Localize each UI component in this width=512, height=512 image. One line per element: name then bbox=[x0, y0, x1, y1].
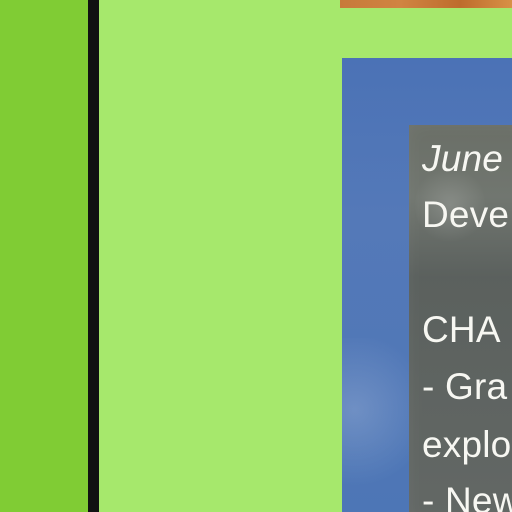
overlay-changes-heading: CHA bbox=[422, 309, 501, 350]
left-sidebar bbox=[0, 0, 88, 512]
overlay-developer-line: Deve bbox=[422, 194, 510, 235]
overlay-bullet-2: - New bbox=[422, 480, 512, 512]
post-image-card[interactable]: June Deve CHA - Gra explo - New bbox=[342, 58, 512, 512]
app-canvas: June Deve CHA - Gra explo - New bbox=[0, 0, 512, 512]
overlay-bullet-1: - Gra bbox=[422, 366, 508, 407]
overlay-date: June bbox=[422, 138, 504, 179]
top-thumbnail-strip[interactable] bbox=[340, 0, 512, 8]
overlay-bullet-1-continuation: explo bbox=[422, 424, 512, 465]
changelog-overlay: June Deve CHA - Gra explo - New bbox=[409, 125, 512, 512]
sidebar-divider bbox=[88, 0, 99, 512]
